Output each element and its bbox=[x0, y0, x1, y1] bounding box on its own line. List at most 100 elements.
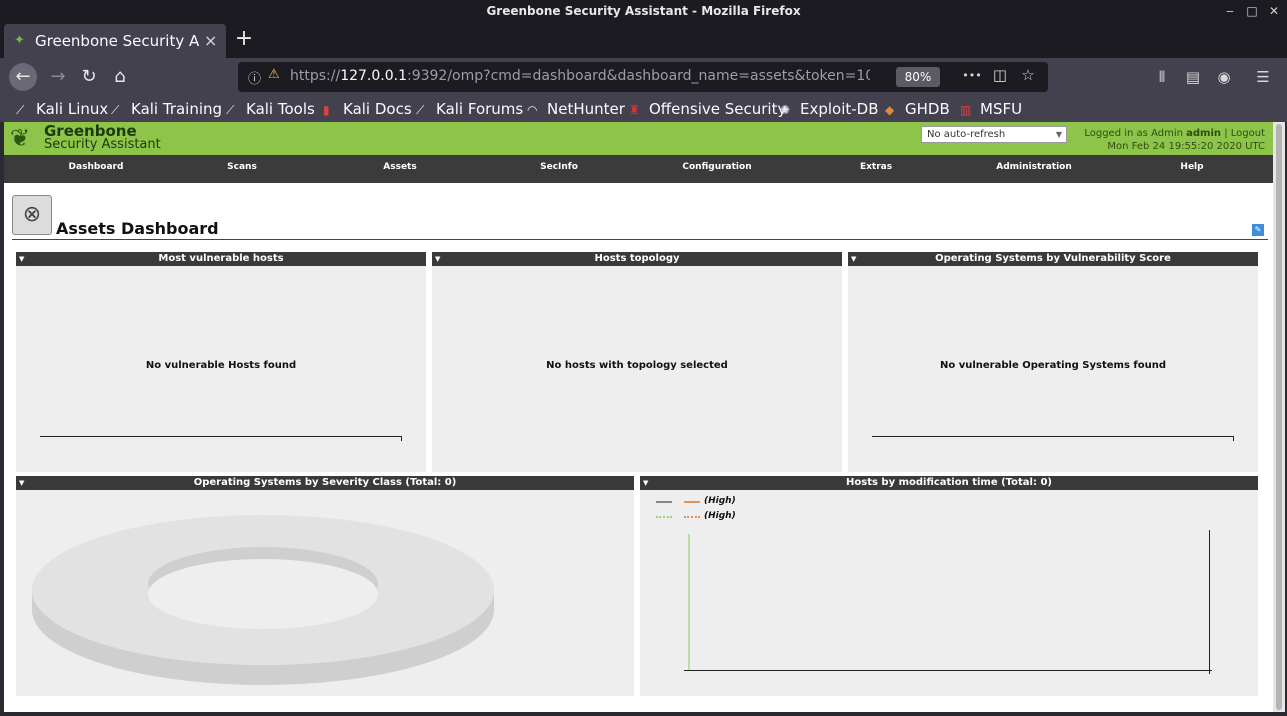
brand-subtitle: Security Assistant bbox=[44, 137, 161, 152]
kali-dragon-icon: ⟋ bbox=[416, 103, 425, 117]
menu-configuration[interactable]: Configuration bbox=[657, 162, 777, 172]
auto-refresh-select[interactable]: No auto-refresh ▼ bbox=[921, 126, 1067, 143]
assets-dashboard-icon: ⊗ bbox=[12, 195, 52, 235]
page-actions-icon[interactable]: ••• bbox=[962, 69, 982, 82]
page-content: ❦ Greenbone Security Assistant No auto-r… bbox=[4, 122, 1273, 712]
greenbone-header: ❦ Greenbone Security Assistant No auto-r… bbox=[4, 122, 1273, 155]
axis-tick bbox=[1233, 436, 1234, 441]
bookmark-kali-forums[interactable]: ⟋ Kali Forums bbox=[416, 99, 523, 119]
x-axis-line bbox=[40, 436, 402, 437]
msfu-icon: ▥ bbox=[960, 103, 972, 117]
page-scrollbar[interactable] bbox=[1273, 122, 1285, 712]
greenbone-logo-icon[interactable]: ❦ bbox=[10, 124, 38, 152]
panel-hosts-topology: ▼ Hosts topology No hosts with topology s… bbox=[432, 252, 842, 472]
bookmark-kali-docs[interactable]: ▮ Kali Docs bbox=[323, 99, 412, 119]
url-text[interactable]: https://127.0.0.1:9392/omp?cmd=dashboard… bbox=[290, 68, 870, 84]
legend-label-high-cumulative: (High) bbox=[704, 511, 736, 521]
bookmark-kali-linux[interactable]: ⟋ Kali Linux bbox=[16, 99, 108, 119]
x-axis-line bbox=[684, 670, 1212, 671]
menu-hamburger-icon[interactable]: ☰ bbox=[1252, 66, 1274, 88]
bookmark-ghdb[interactable]: ◆ GHDB bbox=[885, 99, 950, 119]
bookmarks-toolbar: ⟋ Kali Linux ⟋ Kali Training ⟋ Kali Tools ▮… bbox=[0, 96, 1287, 122]
close-tab-icon[interactable]: × bbox=[204, 31, 220, 50]
legend-high-dashed bbox=[684, 516, 700, 518]
scrollbar-thumb[interactable] bbox=[1276, 124, 1282, 710]
edit-dashboard-icon[interactable]: ✎ bbox=[1252, 224, 1264, 236]
panel-menu-icon[interactable]: ▼ bbox=[643, 476, 648, 490]
greenbone-favicon-icon: ✦ bbox=[14, 33, 25, 48]
panel-header[interactable]: ▼ Hosts topology bbox=[432, 252, 842, 266]
menu-administration[interactable]: Administration bbox=[974, 162, 1094, 172]
panel-menu-icon[interactable]: ▼ bbox=[435, 252, 440, 266]
library-icon[interactable]: ⫴ bbox=[1151, 66, 1173, 88]
donut-hole bbox=[148, 559, 378, 629]
panel-message: No vulnerable Operating Systems found bbox=[939, 360, 1166, 371]
panel-hosts-by-modification-time: ▼ Hosts by modification time (Total: 0) (… bbox=[640, 476, 1258, 696]
window-title: Greenbone Security Assistant - Mozilla F… bbox=[0, 0, 1287, 22]
insecure-lock-warning-icon[interactable]: ⚠ bbox=[268, 67, 280, 82]
bookmark-kali-training[interactable]: ⟋ Kali Training bbox=[111, 99, 222, 119]
bookmark-msfu[interactable]: ▥ MSFU bbox=[960, 99, 1022, 119]
legend-label-high: (High) bbox=[704, 496, 736, 506]
forward-button[interactable]: → bbox=[44, 63, 72, 91]
bookmark-kali-tools[interactable]: ⟋ Kali Tools bbox=[226, 99, 315, 119]
severity-donut-chart bbox=[32, 515, 494, 685]
menu-assets[interactable]: Assets bbox=[340, 162, 460, 172]
reload-button[interactable]: ↻ bbox=[75, 63, 103, 91]
panel-header[interactable]: ▼ Operating Systems by Severity Class (To… bbox=[16, 476, 634, 490]
panel-os-by-severity-class: ▼ Operating Systems by Severity Class (To… bbox=[16, 476, 634, 696]
sidebar-icon[interactable]: ▤ bbox=[1182, 66, 1204, 88]
bookmark-exploit-db[interactable]: ✺ Exploit-DB bbox=[780, 99, 879, 119]
kali-dragon-icon: ⟋ bbox=[16, 103, 25, 117]
bookmark-nethunter[interactable]: ◠ NetHunter bbox=[527, 99, 625, 119]
panel-menu-icon[interactable]: ▼ bbox=[851, 252, 856, 266]
menu-extras[interactable]: Extras bbox=[816, 162, 936, 172]
bookmark-offensive-security[interactable]: ♜ Offensive Security bbox=[629, 99, 786, 119]
legend-high-line bbox=[684, 501, 700, 503]
home-button[interactable]: ⌂ bbox=[106, 63, 134, 91]
back-button[interactable]: ← bbox=[9, 63, 37, 91]
navigation-bar: ← → ↻ ⌂ ⓘ ⚠ https://127.0.0.1:9392/omp?c… bbox=[0, 58, 1287, 96]
legend-total-line bbox=[656, 501, 672, 503]
zoom-level-button[interactable]: 80% bbox=[896, 67, 940, 87]
offsec-icon: ♜ bbox=[629, 103, 640, 117]
panel-header[interactable]: ▼ Hosts by modification time (Total: 0) bbox=[640, 476, 1258, 490]
maximize-icon[interactable]: □ bbox=[1242, 0, 1262, 22]
site-info-icon[interactable]: ⓘ bbox=[248, 68, 261, 87]
tab-strip: ✦ Greenbone Security Assis × bbox=[0, 22, 1287, 58]
kali-dragon-icon: ⟋ bbox=[111, 103, 120, 117]
logout-link[interactable]: Logout bbox=[1231, 128, 1265, 139]
close-window-icon[interactable]: ✕ bbox=[1264, 0, 1284, 22]
chevron-down-icon: ▼ bbox=[1055, 130, 1062, 139]
ghdb-icon: ◆ bbox=[885, 103, 895, 117]
minimize-icon[interactable]: ‒ bbox=[1220, 0, 1240, 22]
panel-os-by-vulnerability-score: ▼ Operating Systems by Vulnerability Scor… bbox=[848, 252, 1258, 472]
panel-most-vulnerable-hosts: ▼ Most vulnerable hosts No vulnerable Hos… bbox=[16, 252, 426, 472]
account-icon[interactable]: ◉ bbox=[1213, 66, 1235, 88]
x-axis-line bbox=[872, 436, 1234, 437]
legend-total-dashed bbox=[656, 516, 672, 518]
user-link[interactable]: admin bbox=[1186, 128, 1221, 139]
firefox-window: Greenbone Security Assistant - Mozilla F… bbox=[0, 0, 1287, 716]
panel-header[interactable]: ▼ Most vulnerable hosts bbox=[16, 252, 426, 266]
new-tab-button[interactable]: + bbox=[234, 27, 254, 51]
y-axis-line bbox=[1209, 530, 1210, 674]
pocket-icon[interactable]: ◫ bbox=[990, 66, 1010, 84]
panel-header[interactable]: ▼ Operating Systems by Vulnerability Scor… bbox=[848, 252, 1258, 266]
menu-dashboard[interactable]: Dashboard bbox=[36, 162, 156, 172]
menu-scans[interactable]: Scans bbox=[182, 162, 302, 172]
panel-menu-icon[interactable]: ▼ bbox=[19, 476, 24, 490]
menu-secinfo[interactable]: SecInfo bbox=[499, 162, 619, 172]
axis-tick bbox=[401, 436, 402, 441]
panel-message: No vulnerable Hosts found bbox=[145, 360, 297, 371]
menu-help[interactable]: Help bbox=[1132, 162, 1252, 172]
current-datetime: Mon Feb 24 19:55:20 2020 UTC bbox=[1107, 141, 1265, 152]
bookmark-star-icon[interactable]: ☆ bbox=[1018, 66, 1038, 84]
total-hosts-line bbox=[688, 534, 690, 670]
url-bar[interactable]: ⓘ ⚠ https://127.0.0.1:9392/omp?cmd=dashb… bbox=[238, 62, 1048, 92]
exploitdb-icon: ✺ bbox=[780, 103, 791, 117]
tab-greenbone[interactable]: ✦ Greenbone Security Assis × bbox=[4, 24, 226, 58]
kali-docs-icon: ▮ bbox=[323, 103, 330, 117]
login-info: Logged in as Admin admin | Logout Mon Fe… bbox=[1084, 128, 1265, 152]
panel-menu-icon[interactable]: ▼ bbox=[19, 252, 24, 266]
